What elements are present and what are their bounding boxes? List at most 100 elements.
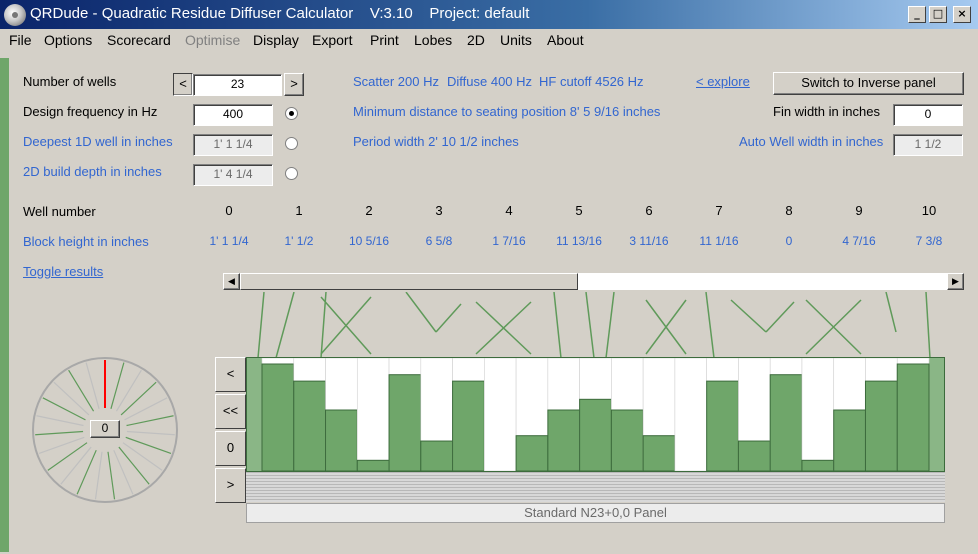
end-cap	[247, 358, 262, 471]
block-height-value: 11 1/16	[699, 234, 739, 248]
app-window: QRDude - Quadratic Residue Diffuser Calc…	[0, 0, 978, 554]
auto-well-field[interactable]: 1 1/2	[893, 134, 963, 156]
design-freq-radio[interactable]	[285, 107, 298, 120]
switch-inverse-button[interactable]: Switch to Inverse panel	[773, 72, 964, 95]
scroll-thumb[interactable]	[240, 273, 578, 290]
menu-optimise: Optimise	[185, 32, 241, 48]
disc-icon	[4, 4, 26, 26]
well-slot	[484, 357, 517, 472]
panel-type-label: Standard N23+0,0 Panel	[246, 503, 945, 523]
auto-well-label: Auto Well width in inches	[739, 134, 884, 149]
well-number: 2	[365, 203, 373, 218]
menu-export[interactable]: Export	[312, 32, 352, 48]
deepest-well-radio[interactable]	[285, 137, 298, 150]
design-freq-label: Design frequency in Hz	[23, 104, 158, 119]
block-height-label: Block height in inches	[23, 234, 149, 249]
min-distance-info: Minimum distance to seating position 8' …	[353, 104, 661, 119]
menu-units[interactable]: Units	[500, 32, 532, 48]
build-depth-label: 2D build depth in inches	[23, 164, 162, 179]
well-number-label: Well number	[23, 204, 96, 219]
end-cap	[929, 358, 944, 471]
menu-bar: File Options Scorecard Optimise Display …	[0, 29, 978, 53]
step-left-button[interactable]: <	[215, 357, 246, 392]
scatter-info: Scatter 200 Hz	[353, 74, 439, 89]
jump-left-button[interactable]: <<	[215, 394, 246, 429]
well-number: 3	[435, 203, 443, 218]
menu-file[interactable]: File	[9, 32, 32, 48]
minimize-button[interactable]: _	[908, 6, 926, 23]
well-number: 5	[575, 203, 583, 218]
lobe-background	[246, 292, 945, 358]
deepest-well-field[interactable]: 1' 1 1/4	[193, 134, 273, 156]
num-wells-field[interactable]: 23	[193, 74, 282, 96]
toggle-results-link[interactable]: Toggle results	[23, 264, 103, 279]
well-slot	[801, 357, 835, 472]
well-block	[864, 380, 898, 472]
wells-decrease-button[interactable]: <	[173, 73, 193, 96]
num-wells-label: Number of wells	[23, 74, 117, 89]
well-block	[896, 363, 930, 472]
build-depth-field[interactable]: 1' 4 1/4	[193, 164, 273, 186]
build-depth-radio[interactable]	[285, 167, 298, 180]
lobe-lines-panel	[246, 292, 945, 358]
wells-increase-button[interactable]: >	[284, 73, 304, 96]
block-height-value: 7 3/8	[915, 234, 943, 248]
fin-width-field[interactable]: 0	[893, 104, 963, 126]
menu-scorecard[interactable]: Scorecard	[107, 32, 171, 48]
well-block	[801, 459, 835, 472]
menu-2d[interactable]: 2D	[467, 32, 485, 48]
well-slot	[356, 357, 390, 472]
menu-options[interactable]: Options	[44, 32, 92, 48]
well-block	[706, 380, 739, 472]
hf-cutoff-info: HF cutoff 4526 Hz	[539, 74, 644, 89]
period-width-info: Period width 2' 10 1/2 inches	[353, 134, 519, 149]
block-height-value: 4 7/16	[842, 234, 876, 248]
diffuser-svg	[247, 357, 944, 472]
well-number: 10	[921, 203, 937, 218]
menu-print[interactable]: Print	[370, 32, 399, 48]
block-height-value: 10 5/16	[348, 234, 390, 248]
scroll-left-arrow-icon[interactable]: ◀	[223, 273, 240, 290]
well-block	[610, 409, 644, 472]
step-right-button[interactable]: >	[215, 468, 246, 503]
scroll-right-arrow-icon[interactable]: ▶	[947, 273, 964, 290]
well-number: 1	[295, 203, 303, 218]
well-block	[356, 459, 390, 472]
horizontal-scrollbar[interactable]: ◀ ▶	[223, 273, 964, 290]
block-height-value: 1' 1/2	[284, 234, 314, 248]
well-block	[737, 440, 771, 472]
menu-display[interactable]: Display	[253, 32, 299, 48]
dial-center-button[interactable]: 0	[90, 420, 120, 438]
block-height-value: 1' 1 1/4	[209, 234, 249, 248]
well-block	[420, 440, 454, 472]
well-number: 4	[505, 203, 513, 218]
well-slot	[674, 357, 707, 472]
block-height-value: 6 5/8	[425, 234, 453, 248]
window-title: QRDude - Quadratic Residue Diffuser Calc…	[30, 5, 530, 22]
block-height-value: 1 7/16	[492, 234, 526, 248]
menu-lobes[interactable]: Lobes	[414, 32, 452, 48]
design-freq-field[interactable]: 400	[193, 104, 273, 126]
close-button[interactable]: ×	[953, 6, 971, 23]
block-height-value: 0	[785, 234, 793, 248]
diffuser-base	[246, 472, 945, 502]
reset-button[interactable]: 0	[215, 431, 246, 466]
well-block	[452, 380, 485, 472]
block-height-value: 11 13/16	[556, 234, 602, 248]
title-bar: QRDude - Quadratic Residue Diffuser Calc…	[0, 0, 978, 29]
diffuse-info: Diffuse 400 Hz	[447, 74, 533, 89]
well-block	[642, 435, 676, 472]
menu-about[interactable]: About	[547, 32, 584, 48]
maximize-button[interactable]: □	[929, 6, 947, 23]
left-accent-bar	[0, 58, 9, 552]
well-number: 8	[785, 203, 793, 218]
well-number: 0	[225, 203, 233, 218]
well-block	[579, 398, 612, 472]
well-block	[515, 435, 549, 472]
explore-link[interactable]: < explore	[696, 74, 750, 89]
well-block	[325, 409, 358, 472]
well-number: 7	[715, 203, 723, 218]
well-block	[769, 374, 803, 472]
well-block	[833, 409, 866, 472]
well-number: 9	[855, 203, 863, 218]
